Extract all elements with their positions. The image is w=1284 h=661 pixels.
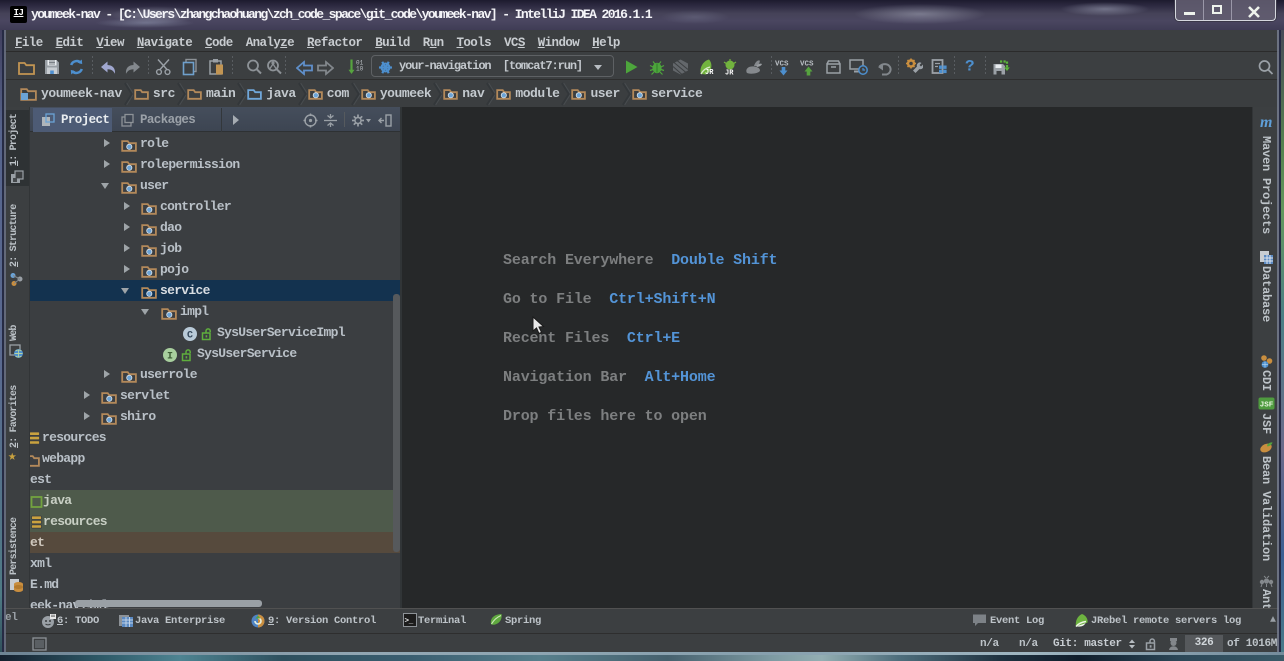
svg-text:VCS: VCS bbox=[800, 60, 814, 68]
svg-text:>_: >_ bbox=[405, 618, 414, 626]
svg-text:JR: JR bbox=[705, 69, 714, 76]
svg-text:JSF: JSF bbox=[1260, 402, 1274, 410]
svg-text:C: C bbox=[187, 330, 193, 341]
svg-text:10: 10 bbox=[356, 65, 364, 72]
svg-text:JR: JR bbox=[725, 69, 734, 76]
svg-text:I: I bbox=[167, 351, 173, 362]
